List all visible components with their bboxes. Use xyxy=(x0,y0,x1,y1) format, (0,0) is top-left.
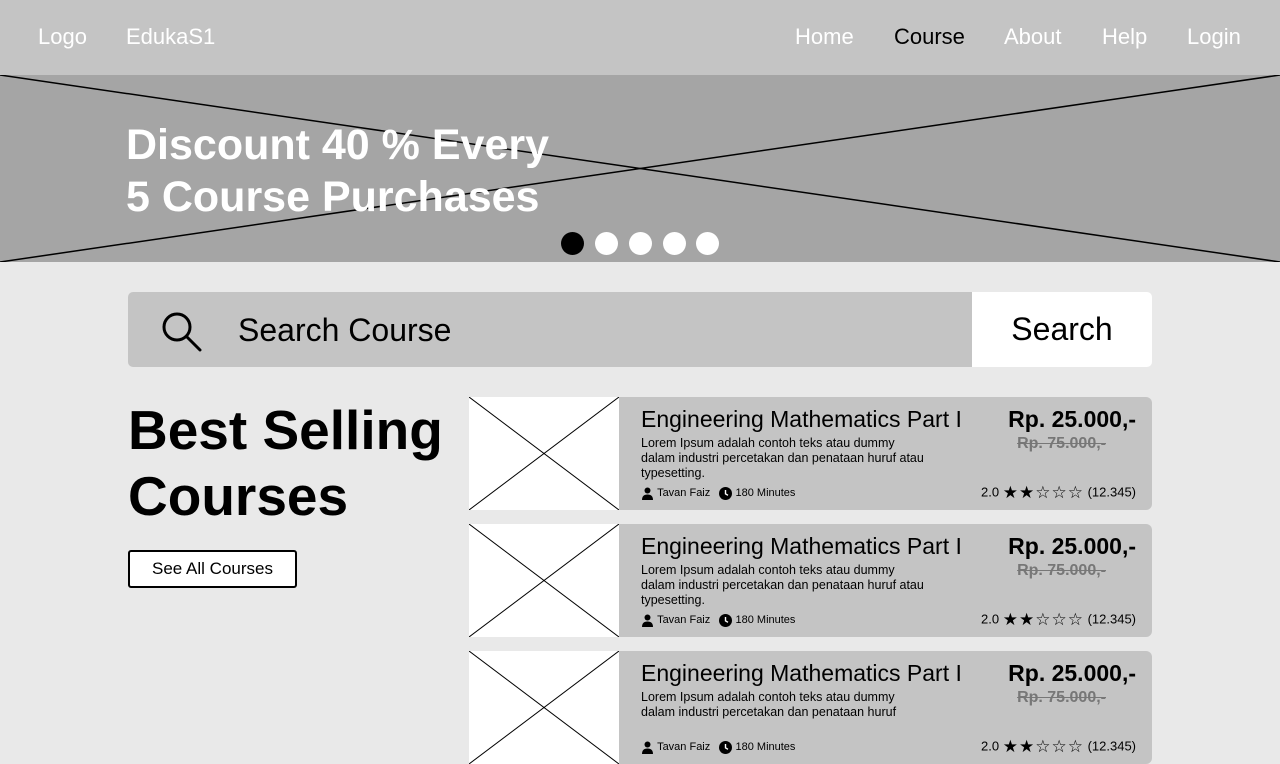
nav-link-home[interactable]: Home xyxy=(795,24,854,50)
nav-link-login[interactable]: Login xyxy=(1187,24,1241,50)
course-meta: Tavan Faiz 180 Minutes xyxy=(641,486,795,500)
course-duration: 180 Minutes xyxy=(735,614,796,627)
course-title: Engineering Mathematics Part I xyxy=(641,406,962,432)
hero-banner: Discount 40 % Every 5 Course Purchases xyxy=(0,75,1280,262)
rating-value: 2.0 xyxy=(981,484,1000,500)
carousel-dot-1[interactable] xyxy=(561,232,584,255)
best-selling-heading-line-2: Courses xyxy=(128,465,349,527)
see-all-courses-button[interactable]: See All Courses xyxy=(128,550,297,588)
nav-link-about[interactable]: About xyxy=(1004,24,1062,50)
user-icon xyxy=(642,614,653,627)
course-rating: 2.0 ★★☆☆☆ (12.345) xyxy=(981,610,1136,629)
rating-value: 2.0 xyxy=(981,738,1000,754)
course-thumbnail-placeholder xyxy=(469,397,619,510)
star-empty-icon: ☆ xyxy=(1035,736,1051,756)
course-old-price: Rp. 75.000,- xyxy=(1017,435,1106,452)
search-icon xyxy=(162,312,202,352)
logo[interactable]: Logo xyxy=(38,24,87,50)
course-old-price: Rp. 75.000,- xyxy=(1017,689,1106,706)
carousel-dot-5[interactable] xyxy=(696,232,719,255)
user-icon xyxy=(642,741,653,754)
review-count: (12.345) xyxy=(1087,484,1136,500)
course-duration: 180 Minutes xyxy=(735,487,796,500)
course-meta: Tavan Faiz 180 Minutes xyxy=(641,740,795,754)
course-price: Rp. 25.000,- xyxy=(1008,533,1136,559)
carousel-dot-4[interactable] xyxy=(663,232,686,255)
search-bar xyxy=(128,292,972,367)
star-empty-icon: ☆ xyxy=(1067,482,1083,502)
star-empty-icon: ☆ xyxy=(1051,736,1067,756)
course-title: Engineering Mathematics Part I xyxy=(641,533,962,559)
course-card[interactable]: Engineering Mathematics Part I Lorem Ips… xyxy=(469,524,1152,637)
brand-name[interactable]: EdukaS1 xyxy=(126,24,215,50)
course-price: Rp. 25.000,- xyxy=(1008,660,1136,686)
course-author: Tavan Faiz xyxy=(657,487,711,500)
star-filled-icon: ★ xyxy=(1002,736,1018,756)
user-icon xyxy=(642,487,653,500)
rating-value: 2.0 xyxy=(981,611,1000,627)
course-rating: 2.0 ★★☆☆☆ (12.345) xyxy=(981,483,1136,502)
clock-icon xyxy=(719,486,733,500)
course-thumbnail-placeholder xyxy=(469,524,619,637)
course-description: Lorem Ipsum adalah contoh teks atau dumm… xyxy=(641,690,897,719)
course-meta: Tavan Faiz 180 Minutes xyxy=(641,613,795,627)
course-description: Lorem Ipsum adalah contoh teks atau dumm… xyxy=(641,563,924,607)
clock-icon xyxy=(719,613,733,627)
search-input[interactable] xyxy=(238,310,938,350)
star-empty-icon: ☆ xyxy=(1067,609,1083,629)
carousel-dot-3[interactable] xyxy=(629,232,652,255)
search-button[interactable]: Search xyxy=(972,292,1152,367)
course-title: Engineering Mathematics Part I xyxy=(641,660,962,686)
star-filled-icon: ★ xyxy=(1018,482,1035,502)
star-filled-icon: ★ xyxy=(1002,482,1018,502)
course-thumbnail-placeholder xyxy=(469,651,619,764)
course-author: Tavan Faiz xyxy=(657,614,711,627)
star-empty-icon: ☆ xyxy=(1051,609,1067,629)
course-old-price: Rp. 75.000,- xyxy=(1017,562,1106,579)
star-filled-icon: ★ xyxy=(1018,609,1035,629)
course-card[interactable]: Engineering Mathematics Part I Lorem Ips… xyxy=(469,397,1152,510)
top-navbar: Logo EdukaS1 Home Course About Help Logi… xyxy=(0,0,1280,75)
star-empty-icon: ☆ xyxy=(1035,609,1051,629)
hero-headline: Discount 40 % Every 5 Course Purchases xyxy=(126,119,549,223)
best-selling-heading-line-1: Best Selling xyxy=(128,399,443,461)
course-duration: 180 Minutes xyxy=(735,741,796,754)
star-filled-icon: ★ xyxy=(1018,736,1035,756)
course-author: Tavan Faiz xyxy=(657,741,711,754)
star-empty-icon: ☆ xyxy=(1051,482,1067,502)
clock-icon xyxy=(719,740,733,754)
nav-link-course[interactable]: Course xyxy=(894,24,965,50)
course-card[interactable]: Engineering Mathematics Part I Lorem Ips… xyxy=(469,651,1152,764)
carousel-dot-2[interactable] xyxy=(595,232,618,255)
hero-headline-line-2: 5 Course Purchases xyxy=(126,173,540,221)
star-empty-icon: ☆ xyxy=(1067,736,1083,756)
star-empty-icon: ☆ xyxy=(1035,482,1051,502)
review-count: (12.345) xyxy=(1087,738,1136,754)
course-rating: 2.0 ★★☆☆☆ (12.345) xyxy=(981,737,1136,756)
course-price: Rp. 25.000,- xyxy=(1008,406,1136,432)
star-filled-icon: ★ xyxy=(1002,609,1018,629)
best-selling-heading: Best Selling Courses xyxy=(128,397,443,529)
review-count: (12.345) xyxy=(1087,611,1136,627)
course-description: Lorem Ipsum adalah contoh teks atau dumm… xyxy=(641,436,924,480)
hero-headline-line-1: Discount 40 % Every xyxy=(126,121,550,169)
nav-link-help[interactable]: Help xyxy=(1102,24,1147,50)
